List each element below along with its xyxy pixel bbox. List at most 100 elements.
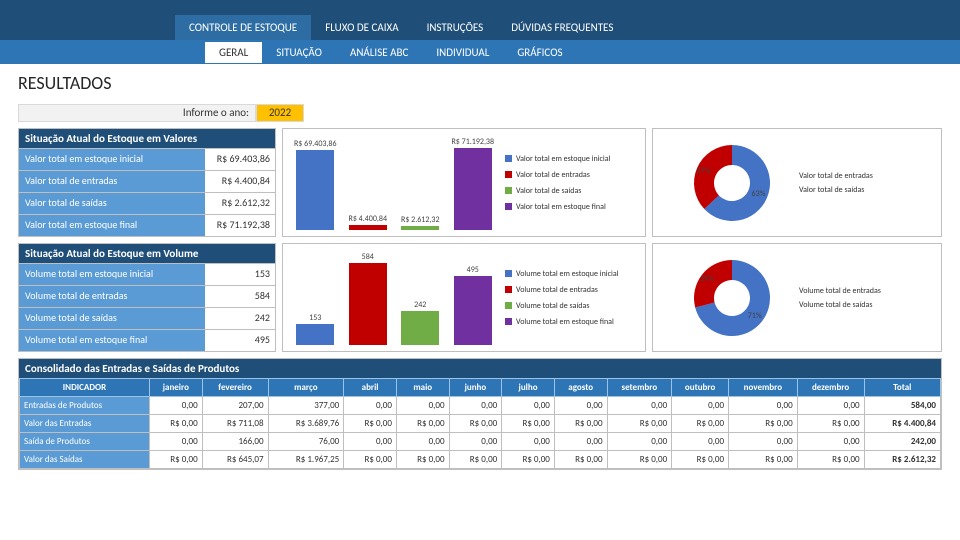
th-month: julho [502,379,555,397]
kv-label: Valor total de saídas [19,193,205,214]
legend-label: Volume total em estoque final [516,317,614,327]
valores-donut: 63%37% Valor total de entradasValor tota… [652,128,942,237]
consolidado-table: Consolidado das Entradas e Saídas de Pro… [18,358,942,470]
cell: 0,00 [396,433,449,451]
th-month: setembro [607,379,672,397]
legend-label: Valor total de saídas [516,186,581,196]
row-label: Valor das Saídas [20,451,150,469]
th-month: dezembro [797,379,864,397]
year-input[interactable]: 2022 [256,104,304,122]
volume-table: Situação Atual do Estoque em Volume Volu… [18,243,276,352]
legend-label: Volume total em estoque inicial [516,269,619,279]
row-label: Valor das Entradas [20,415,150,433]
donut-pct: 63% [752,189,766,199]
subnav-individual[interactable]: INDIVIDUAL [422,42,503,63]
volume-header: Situação Atual do Estoque em Volume [19,244,275,263]
subnav-abc[interactable]: ANÁLISE ABC [336,42,422,63]
main-nav: CONTROLE DE ESTOQUE FLUXO DE CAIXA INSTR… [0,0,960,40]
bar-label: R$ 69.403,86 [294,139,337,149]
bar-label: 153 [309,313,321,323]
bar [454,276,492,346]
nav-fluxo[interactable]: FLUXO DE CAIXA [311,15,412,40]
legend-swatch [505,203,512,210]
donut-pct: 37% [696,166,710,176]
kv-value: R$ 4.400,84 [205,171,275,192]
row-total: R$ 2.612,32 [864,451,940,469]
bar [349,263,387,345]
legend-swatch [505,171,512,178]
cell: 0,00 [449,397,502,415]
sub-nav: GERAL SITUAÇÃO ANÁLISE ABC INDIVIDUAL GR… [0,40,960,64]
cell: 0,00 [344,433,397,451]
row-total: R$ 4.400,84 [864,415,940,433]
th-month: fevereiro [202,379,268,397]
cell: R$ 0,00 [449,415,502,433]
cell: R$ 711,08 [202,415,268,433]
cell: 0,00 [344,397,397,415]
legend-swatch [505,318,512,325]
cell: 0,00 [797,397,864,415]
cell: R$ 645,07 [202,451,268,469]
bar [296,150,334,230]
cell: R$ 0,00 [554,415,607,433]
bar [296,324,334,345]
cell: 166,00 [202,433,268,451]
kv-label: Volume total de entradas [19,286,205,307]
cell: R$ 0,00 [502,415,555,433]
bar-label: R$ 71.192,38 [451,137,494,147]
cell: R$ 0,00 [449,451,502,469]
legend-label: Valor total em estoque inicial [516,154,610,164]
bar-label: 495 [467,265,479,275]
bar [349,225,387,230]
bar-label: 242 [414,300,426,310]
year-label: Informe o ano: [18,104,256,122]
kv-label: Volume total em estoque final [19,330,205,351]
cell: R$ 0,00 [797,415,864,433]
cell: 0,00 [502,397,555,415]
cell: 76,00 [268,433,344,451]
nav-instrucoes[interactable]: INSTRUÇÕES [413,15,498,40]
kv-label: Volume total em estoque inicial [19,264,205,285]
cell: 207,00 [202,397,268,415]
legend-swatch [505,270,512,277]
cell: R$ 0,00 [502,451,555,469]
consol-header: Consolidado das Entradas e Saídas de Pro… [19,359,941,378]
cell: 0,00 [502,433,555,451]
nav-duvidas[interactable]: DÚVIDAS FREQUENTES [497,15,627,40]
kv-value: 584 [205,286,275,307]
cell: R$ 0,00 [150,415,203,433]
subnav-graficos[interactable]: GRÁFICOS [503,42,576,63]
legend-swatch [505,187,512,194]
row-label: Saída de Produtos [20,433,150,451]
cell: R$ 0,00 [554,451,607,469]
th-month: junho [449,379,502,397]
cell: R$ 0,00 [344,415,397,433]
cell: 0,00 [554,397,607,415]
th-indicator: INDICADOR [20,379,150,397]
row-label: Entradas de Produtos [20,397,150,415]
subnav-geral[interactable]: GERAL [205,42,262,63]
nav-estoque[interactable]: CONTROLE DE ESTOQUE [175,15,311,40]
th-month: novembro [729,379,798,397]
row-total: 242,00 [864,433,940,451]
bar [401,311,439,345]
volume-barchart: 153584242495 Volume total em estoque ini… [282,243,646,352]
kv-value: R$ 69.403,86 [205,149,275,170]
donut-slice [694,145,732,209]
cell: 0,00 [672,397,729,415]
legend-label: Volume total de saídas [799,300,872,310]
cell: 0,00 [797,433,864,451]
bar [401,226,439,230]
subnav-situacao[interactable]: SITUAÇÃO [262,42,336,63]
th-month: outubro [672,379,729,397]
th-total: Total [864,379,940,397]
cell: R$ 0,00 [797,451,864,469]
cell: 0,00 [672,433,729,451]
cell: 0,00 [607,397,672,415]
th-month: janeiro [150,379,203,397]
bar-label: R$ 2.612,32 [401,215,440,225]
donut-pct: 29% [700,274,714,284]
cell: R$ 0,00 [672,415,729,433]
kv-value: 153 [205,264,275,285]
cell: 0,00 [396,397,449,415]
